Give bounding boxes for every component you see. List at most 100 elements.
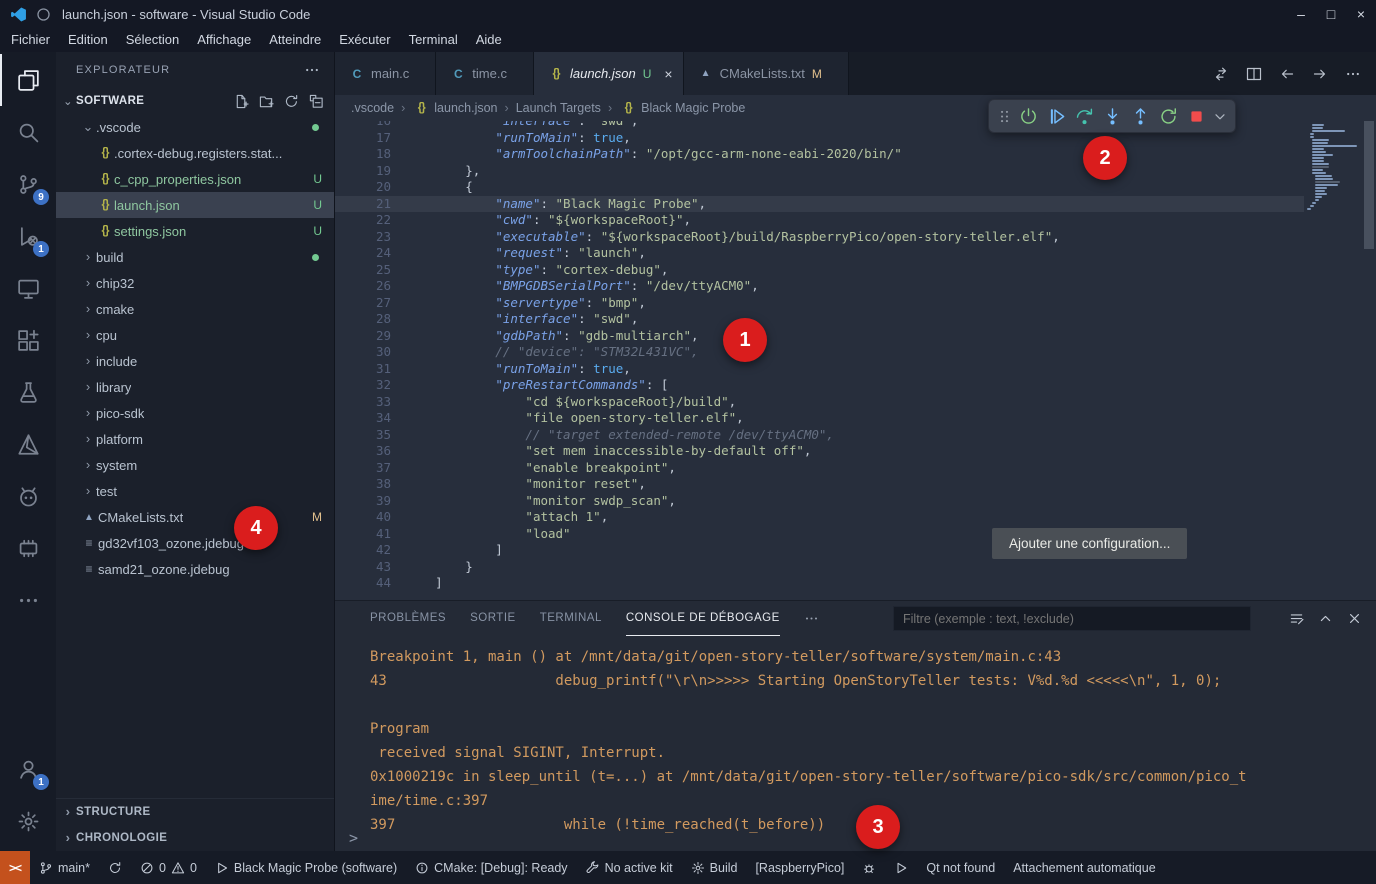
- workspace-header[interactable]: ⌄ SOFTWARE: [56, 88, 334, 114]
- code-line-44[interactable]: 44 ]: [335, 575, 1304, 592]
- status-cmake-status[interactable]: CMake: [Debug]: Ready: [406, 851, 576, 884]
- tree-item-cmake[interactable]: ›cmake: [56, 296, 334, 322]
- scrollbar-thumb[interactable]: [1364, 121, 1374, 249]
- collapse-all-icon[interactable]: [309, 94, 324, 109]
- status-auto-attach[interactable]: Attachement automatique: [1004, 851, 1164, 884]
- code-line-22[interactable]: 22 "cwd": "${workspaceRoot}",: [335, 212, 1304, 229]
- activity-extensions[interactable]: [0, 314, 56, 366]
- activity-source-control[interactable]: 9: [0, 158, 56, 210]
- code-line-21[interactable]: 21 "name": "Black Magic Probe",: [335, 196, 1304, 213]
- breadcrumb-item[interactable]: {}Black Magic Probe: [619, 101, 745, 115]
- tree-item-test[interactable]: ›test: [56, 478, 334, 504]
- tab-main.c[interactable]: Cmain.c: [335, 52, 436, 95]
- tree-item-.cortex-debug.registers.stat...[interactable]: {}.cortex-debug.registers.stat...: [56, 140, 334, 166]
- clear-console-icon[interactable]: [1289, 611, 1304, 626]
- code-line-40[interactable]: 40 "attach 1",: [335, 509, 1304, 526]
- editor-scrollbar[interactable]: [1362, 121, 1376, 600]
- code-line-30[interactable]: 30 // "device": "STM32L431VC",: [335, 344, 1304, 361]
- power-button[interactable]: [1016, 104, 1041, 129]
- tree-item-include[interactable]: ›include: [56, 348, 334, 374]
- menu-item-sélection[interactable]: Sélection: [117, 28, 188, 52]
- code-line-29[interactable]: 29 "gdbPath": "gdb-multiarch",: [335, 328, 1304, 345]
- section-structure[interactable]: ›STRUCTURE: [56, 799, 334, 825]
- new-file-icon[interactable]: [234, 94, 249, 109]
- code-line-25[interactable]: 25 "type": "cortex-debug",: [335, 262, 1304, 279]
- panel-tab-SORTIE[interactable]: SORTIE: [470, 601, 516, 636]
- tree-item-chip32[interactable]: ›chip32: [56, 270, 334, 296]
- stop-button[interactable]: [1184, 104, 1209, 129]
- activity-more-views[interactable]: [0, 574, 56, 626]
- step-into-button[interactable]: [1100, 104, 1125, 129]
- step-out-button[interactable]: [1128, 104, 1153, 129]
- refresh-explorer-icon[interactable]: [284, 94, 299, 109]
- tree-item-cpu[interactable]: ›cpu: [56, 322, 334, 348]
- tree-item-c_cpp_properties.json[interactable]: {}c_cpp_properties.jsonU: [56, 166, 334, 192]
- tree-item-.vscode[interactable]: ⌄.vscode: [56, 114, 334, 140]
- status-debug-config[interactable]: Black Magic Probe (software): [206, 851, 406, 884]
- panel-tab-TERMINAL[interactable]: TERMINAL: [540, 601, 602, 636]
- activity-platformio[interactable]: [0, 470, 56, 522]
- panel-tab-PROBLÈMES[interactable]: PROBLÈMES: [370, 601, 446, 636]
- activity-accounts[interactable]: 1: [0, 743, 56, 795]
- activity-testing[interactable]: [0, 366, 56, 418]
- activity-explorer[interactable]: [0, 54, 56, 106]
- split-editor-icon[interactable]: [1246, 66, 1262, 82]
- menu-item-edition[interactable]: Edition: [59, 28, 117, 52]
- activity-run-and-debug[interactable]: 1: [0, 210, 56, 262]
- code-line-28[interactable]: 28 "interface": "swd",: [335, 311, 1304, 328]
- add-configuration-button[interactable]: Ajouter une configuration...: [992, 528, 1187, 559]
- sidebar-more-icon[interactable]: [304, 62, 320, 78]
- close-panel-icon[interactable]: [1347, 611, 1362, 626]
- tab-CMakeLists.txt[interactable]: ▲CMakeLists.txtM: [684, 52, 849, 95]
- close-button[interactable]: ×: [1346, 6, 1376, 22]
- code-line-19[interactable]: 19 },: [335, 163, 1304, 180]
- status-cmake-target[interactable]: [RaspberryPico]: [746, 851, 853, 884]
- tree-item-gd32vf103_ozone.jdebug[interactable]: ≡gd32vf103_ozone.jdebug: [56, 530, 334, 556]
- code-line-32[interactable]: 32 "preRestartCommands": [: [335, 377, 1304, 394]
- code-line-35[interactable]: 35 // "target extended-remote /dev/ttyAC…: [335, 427, 1304, 444]
- code-line-34[interactable]: 34 "file open-story-teller.elf",: [335, 410, 1304, 427]
- menu-item-exécuter[interactable]: Exécuter: [330, 28, 399, 52]
- menu-item-affichage[interactable]: Affichage: [188, 28, 260, 52]
- code-line-24[interactable]: 24 "request": "launch",: [335, 245, 1304, 262]
- section-chronologie[interactable]: ›CHRONOLOGIE: [56, 825, 334, 851]
- code-line-18[interactable]: 18 "armToolchainPath": "/opt/gcc-arm-non…: [335, 146, 1304, 163]
- status-problems[interactable]: 00: [131, 851, 206, 884]
- tree-item-build[interactable]: ›build: [56, 244, 334, 270]
- console-filter-input[interactable]: [893, 606, 1251, 631]
- code-line-27[interactable]: 27 "servertype": "bmp",: [335, 295, 1304, 312]
- close-icon[interactable]: ×: [664, 66, 672, 82]
- tree-item-settings.json[interactable]: {}settings.jsonU: [56, 218, 334, 244]
- code-line-38[interactable]: 38 "monitor reset",: [335, 476, 1304, 493]
- new-folder-icon[interactable]: [259, 94, 274, 109]
- maximize-button[interactable]: □: [1316, 6, 1346, 22]
- open-changes-icon[interactable]: [1213, 66, 1229, 82]
- breadcrumb-item[interactable]: Launch Targets: [516, 101, 601, 115]
- breadcrumb-item[interactable]: .vscode: [351, 101, 394, 115]
- minimize-button[interactable]: –: [1286, 6, 1316, 22]
- tab-launch.json[interactable]: {}launch.jsonU×: [534, 52, 684, 95]
- code-line-26[interactable]: 26 "BMPGDBSerialPort": "/dev/ttyACM0",: [335, 278, 1304, 295]
- activity-cmake[interactable]: [0, 418, 56, 470]
- activity-search[interactable]: [0, 106, 56, 158]
- breadcrumb-item[interactable]: {}launch.json: [412, 101, 497, 115]
- activity-settings[interactable]: [0, 795, 56, 847]
- tree-item-samd21_ozone.jdebug[interactable]: ≡samd21_ozone.jdebug: [56, 556, 334, 582]
- tree-item-launch.json[interactable]: {}launch.jsonU: [56, 192, 334, 218]
- status-git-branch[interactable]: main*: [30, 851, 99, 884]
- status-cmake-build[interactable]: Build: [682, 851, 747, 884]
- code-line-20[interactable]: 20 {: [335, 179, 1304, 196]
- minimap[interactable]: [1304, 124, 1360, 211]
- status-sync[interactable]: [99, 851, 131, 884]
- tree-item-library[interactable]: ›library: [56, 374, 334, 400]
- restart-button[interactable]: [1156, 104, 1181, 129]
- tree-item-CMakeLists.txt[interactable]: ▲CMakeLists.txtM: [56, 504, 334, 530]
- panel-more-icon[interactable]: [804, 611, 819, 626]
- menu-item-aide[interactable]: Aide: [467, 28, 511, 52]
- tree-item-platform[interactable]: ›platform: [56, 426, 334, 452]
- status-debug-bug[interactable]: [853, 851, 885, 884]
- maximize-panel-icon[interactable]: [1318, 611, 1333, 626]
- tab-time.c[interactable]: Ctime.c: [436, 52, 534, 95]
- menu-item-atteindre[interactable]: Atteindre: [260, 28, 330, 52]
- code-line-33[interactable]: 33 "cd ${workspaceRoot}/build",: [335, 394, 1304, 411]
